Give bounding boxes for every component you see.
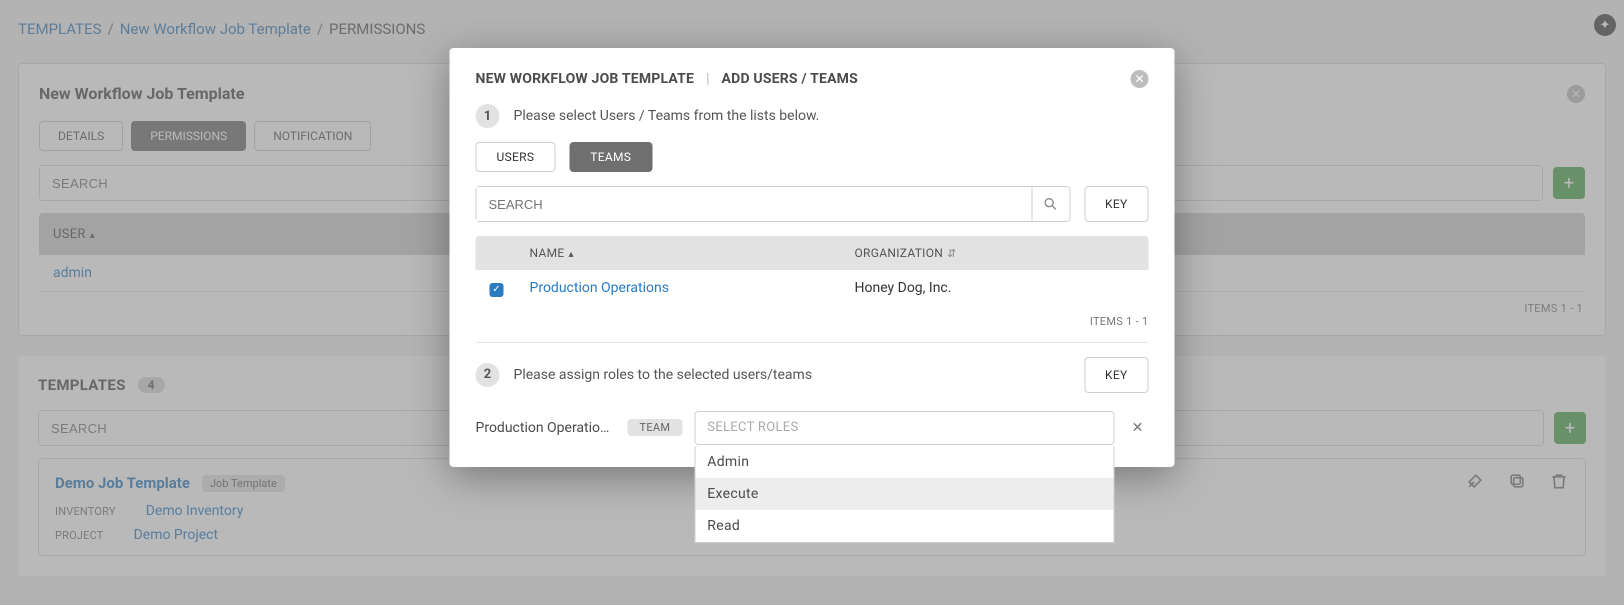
role-team-pill: TEAM bbox=[628, 419, 683, 436]
search-icon[interactable] bbox=[1031, 187, 1069, 221]
modal-table-row[interactable]: ✓ Production Operations Honey Dog, Inc. bbox=[476, 270, 1149, 307]
modal-items-label: ITEMS 1 - 1 bbox=[476, 307, 1149, 342]
step2-number: 2 bbox=[476, 363, 500, 387]
role-select[interactable]: SELECT ROLES Admin Execute Read bbox=[694, 411, 1114, 445]
add-users-teams-modal: NEW WORKFLOW JOB TEMPLATE | ADD USERS / … bbox=[450, 48, 1175, 467]
modal-title: NEW WORKFLOW JOB TEMPLATE bbox=[476, 71, 695, 87]
role-option-execute[interactable]: Execute bbox=[695, 478, 1113, 510]
modal-tab-users[interactable]: USERS bbox=[476, 142, 556, 172]
modal-search[interactable] bbox=[476, 186, 1071, 222]
modal-search-input[interactable] bbox=[477, 187, 1032, 221]
modal-subtitle: ADD USERS / TEAMS bbox=[722, 71, 858, 87]
modal-table-header: Name Organization bbox=[476, 236, 1149, 270]
modal-close-icon[interactable]: ✕ bbox=[1131, 70, 1149, 88]
role-option-admin[interactable]: Admin bbox=[695, 446, 1113, 478]
role-select-placeholder: SELECT ROLES bbox=[707, 420, 798, 435]
step2-text: Please assign roles to the selected user… bbox=[514, 367, 813, 383]
role-team-name: Production Operatio… bbox=[476, 420, 616, 436]
modal-sep: | bbox=[706, 71, 709, 87]
step1-text: Please select Users / Teams from the lis… bbox=[514, 108, 820, 124]
modal-tab-teams[interactable]: TEAMS bbox=[569, 142, 652, 172]
step1-number: 1 bbox=[476, 104, 500, 128]
remove-icon[interactable]: ✕ bbox=[1127, 420, 1149, 436]
team-org: Honey Dog, Inc. bbox=[855, 280, 1135, 296]
role-option-read[interactable]: Read bbox=[695, 510, 1113, 542]
checkbox-checked-icon[interactable]: ✓ bbox=[490, 283, 504, 297]
key-button-2[interactable]: KEY bbox=[1084, 357, 1148, 393]
col-organization[interactable]: Organization bbox=[855, 246, 957, 260]
roles-dropdown: Admin Execute Read bbox=[694, 446, 1114, 543]
role-assign-row: Production Operatio… TEAM SELECT ROLES A… bbox=[476, 411, 1149, 445]
key-button[interactable]: KEY bbox=[1084, 186, 1148, 222]
col-name[interactable]: Name bbox=[530, 246, 574, 260]
team-name[interactable]: Production Operations bbox=[530, 280, 669, 296]
